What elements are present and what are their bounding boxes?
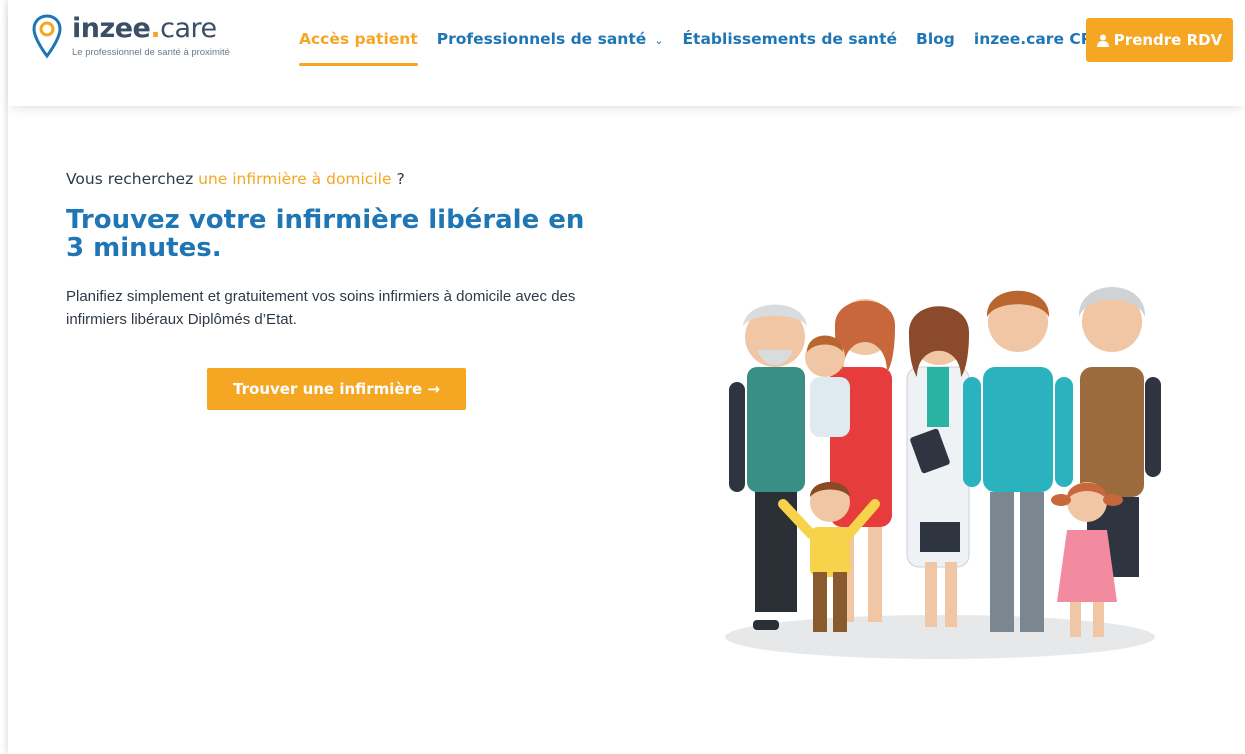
user-icon <box>1096 34 1109 47</box>
nav-item-etablissements[interactable]: Établissements de santé <box>682 30 897 48</box>
nav-item-blog[interactable]: Blog <box>916 30 955 48</box>
main-nav: Accès patient Professionnels de santé ⌄ É… <box>299 30 1133 66</box>
hero-title: Trouvez votre infirmière libérale en 3 m… <box>66 205 585 263</box>
chevron-down-icon: ⌄ <box>654 34 664 47</box>
prendre-rdv-button[interactable]: Prendre RDV <box>1086 18 1233 62</box>
site-header: inzee.care Le professionnel de santé à p… <box>8 0 1245 106</box>
nav-item-professionnels[interactable]: Professionnels de santé ⌄ <box>437 30 664 48</box>
doctor-figure <box>906 306 970 627</box>
logo-tagline: Le professionnel de santé à proximité <box>72 47 230 58</box>
nav-item-professionnels-label: Professionnels de santé <box>436 30 647 48</box>
grandfather-figure <box>729 304 807 630</box>
father-figure <box>963 290 1073 632</box>
hero-kicker-highlight: une infirmière à domicile <box>198 170 392 188</box>
trouver-infirmiere-button[interactable]: Trouver une infirmière → <box>207 368 466 410</box>
logo-text: inzee.care Le professionnel de santé à p… <box>72 13 230 59</box>
nav-item-acces-patient[interactable]: Accès patient <box>299 30 418 66</box>
logo-wordmark: inzee.care <box>72 13 217 44</box>
logo[interactable]: inzee.care Le professionnel de santé à p… <box>32 14 230 60</box>
prendre-rdv-label: Prendre RDV <box>1113 31 1223 49</box>
hero-description: Planifiez simplement et gratuitement vos… <box>66 288 576 328</box>
location-pin-icon <box>32 14 62 59</box>
family-illustration <box>725 287 1161 659</box>
hero-kicker: Vous recherchez une infirmière à domicil… <box>66 170 405 188</box>
